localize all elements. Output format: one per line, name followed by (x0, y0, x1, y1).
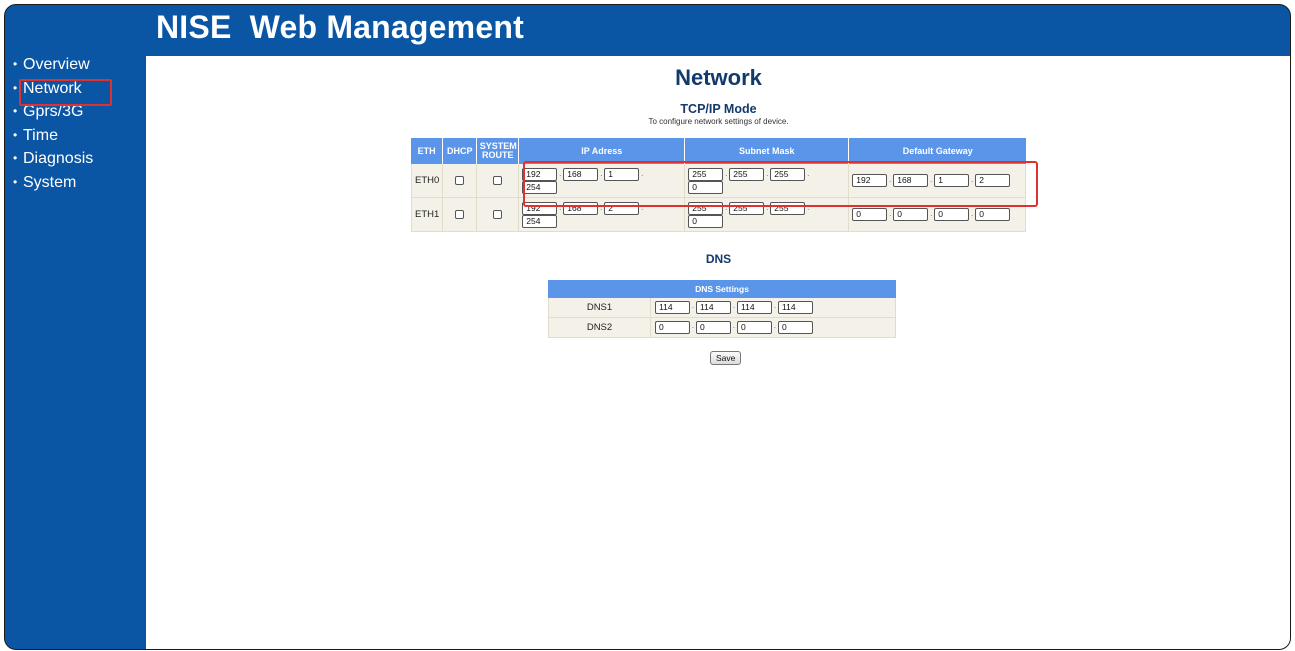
column-header-dhcp: DHCP (443, 138, 478, 164)
sidebar-item-label: Diagnosis (23, 150, 94, 168)
sidebar-item-network[interactable]: • Network (5, 77, 146, 101)
bullet-icon: • (13, 104, 18, 119)
dns2-octet-1[interactable]: 0 (655, 321, 690, 334)
eth1-ip-cell: 192. 168. 2. 254 (519, 198, 686, 232)
eth-table-header-row: ETH DHCP SYSTEM ROUTE IP Adress Subnet M… (411, 138, 1027, 164)
column-header-subnet-mask: Subnet Mask (685, 138, 850, 164)
sidebar-item-time[interactable]: • Time (5, 124, 146, 148)
eth1-system-route-checkbox[interactable] (493, 209, 503, 219)
section-title: TCP/IP Mode (680, 102, 757, 116)
eth0-gateway-octet-4[interactable]: 2 (975, 174, 1011, 187)
dns2-octet-2[interactable]: 0 (696, 321, 731, 334)
dns1-octet-1[interactable]: 114 (655, 301, 690, 314)
sidebar-item-label: System (23, 173, 77, 191)
sidebar-item-label: Gprs/3G (23, 103, 84, 121)
dns1-octet-3[interactable]: 114 (737, 301, 772, 314)
eth0-mask-octet-2[interactable]: 255 (729, 167, 765, 181)
eth0-ip-octet-2[interactable]: 168 (563, 167, 599, 181)
eth0-ip-octet-3[interactable]: 1 (604, 167, 640, 181)
eth1-row: ETH1 192. 168. 2. 254 255. 255. 255. 0 0.0.0… (411, 198, 1027, 232)
bullet-icon: • (13, 127, 18, 142)
dns-section-title: DNS (705, 252, 732, 266)
eth0-dhcp-checkbox[interactable] (455, 175, 465, 185)
eth0-label: ETH0 (411, 164, 444, 198)
bullet-icon: • (13, 57, 18, 71)
eth0-ip-cell: 192. 168. 1. 254 (519, 164, 686, 198)
eth1-gateway-octet-3[interactable]: 0 (934, 208, 970, 221)
sidebar-item-label: Overview (23, 56, 90, 73)
dns2-octet-4[interactable]: 0 (778, 321, 813, 334)
eth1-ip-octet-4[interactable]: 254 (522, 214, 558, 228)
eth0-route-cell (477, 164, 520, 198)
eth-table: ETH DHCP SYSTEM ROUTE IP Adress Subnet M… (411, 138, 1027, 232)
app-title: NISE Web Management (156, 9, 524, 45)
bullet-icon: • (13, 80, 18, 95)
eth1-mask-octet-3[interactable]: 255 (770, 201, 806, 215)
save-button[interactable]: Save (710, 351, 742, 365)
eth1-gateway-octet-4[interactable]: 0 (975, 208, 1011, 221)
eth1-dhcp-cell (443, 198, 478, 232)
eth0-dhcp-cell (443, 164, 478, 198)
eth1-route-cell (477, 198, 520, 232)
dns1-label: DNS1 (548, 298, 651, 318)
sidebar-item-gprs-3g[interactable]: • Gprs/3G (5, 100, 146, 124)
eth0-gateway-octet-1[interactable]: 192 (852, 174, 888, 187)
eth1-mask-cell: 255. 255. 255. 0 (685, 198, 850, 232)
sidebar-item-label: Time (23, 126, 58, 144)
sidebar-item-diagnosis[interactable]: • Diagnosis (5, 147, 146, 171)
dns2-label: DNS2 (548, 318, 651, 338)
dns-table-header: DNS Settings (548, 280, 896, 298)
sidebar-item-label: Network (23, 79, 82, 97)
dns2-row: DNS2 0.0.0.0 (548, 318, 896, 338)
column-header-system-route: SYSTEM ROUTE (477, 138, 520, 164)
dns1-octet-4[interactable]: 114 (778, 301, 813, 314)
eth1-ip-octet-2[interactable]: 168 (563, 201, 599, 215)
eth1-mask-octet-1[interactable]: 255 (688, 201, 724, 215)
dns1-inputs-cell: 114. 114. 114. 114 (651, 298, 896, 318)
column-header-eth: ETH (411, 138, 444, 164)
eth0-mask-cell: 255. 255. 255. 0 (685, 164, 850, 198)
eth1-gateway-octet-1[interactable]: 0 (852, 208, 888, 221)
dns2-inputs-cell: 0.0.0.0 (651, 318, 896, 338)
eth0-ip-octet-1[interactable]: 192 (522, 167, 558, 181)
sidebar-item-overview[interactable]: • Overview (5, 53, 146, 77)
column-header-default-gateway: Default Gateway (849, 138, 1027, 164)
eth0-row: ETH0 192. 168. 1. 254 255. 255. 255. 0 192. 1… (411, 164, 1027, 198)
bullet-icon: • (13, 151, 18, 166)
eth0-gateway-octet-2[interactable]: 168 (893, 174, 929, 187)
octet-separator: . (807, 168, 810, 178)
dns1-row: DNS1 114. 114. 114. 114 (548, 298, 896, 318)
octet-separator: . (641, 202, 644, 212)
sidebar-item-system[interactable]: • System (5, 171, 146, 195)
eth0-system-route-checkbox[interactable] (493, 175, 503, 185)
eth1-mask-octet-2[interactable]: 255 (729, 201, 765, 215)
eth1-gateway-octet-2[interactable]: 0 (893, 208, 929, 221)
octet-separator: . (641, 168, 644, 178)
eth0-mask-octet-4[interactable]: 0 (688, 180, 724, 194)
eth0-mask-octet-3[interactable]: 255 (770, 167, 806, 181)
eth0-mask-octet-1[interactable]: 255 (688, 167, 724, 181)
eth1-gateway-cell: 0.0.0.0 (849, 198, 1027, 232)
octet-separator: . (807, 202, 810, 212)
main-content: Network TCP/IP Mode To configure network… (146, 56, 1290, 649)
eth0-gateway-octet-3[interactable]: 1 (934, 174, 970, 187)
dns2-octet-3[interactable]: 0 (737, 321, 772, 334)
dns1-octet-2[interactable]: 114 (696, 301, 731, 314)
dns-table: DNS Settings DNS1 114. 114. 114. 114 DNS2 0… (548, 280, 896, 338)
system-route-header-text: SYSTEM ROUTE (479, 141, 517, 160)
eth1-mask-octet-4[interactable]: 0 (688, 214, 724, 228)
bullet-icon: • (13, 174, 18, 189)
eth1-ip-octet-1[interactable]: 192 (522, 201, 558, 215)
eth1-ip-octet-3[interactable]: 2 (604, 201, 640, 215)
eth0-gateway-cell: 192. 168. 1. 2 (849, 164, 1027, 198)
eth1-label: ETH1 (411, 198, 444, 232)
sidebar: • Overview • Network • Gprs/3G • Time • Diagn… (5, 53, 146, 649)
section-subtitle: To configure network settings of device. (648, 117, 789, 126)
column-header-ip-address: IP Adress (519, 138, 686, 164)
eth0-ip-octet-4[interactable]: 254 (522, 180, 558, 194)
eth1-dhcp-checkbox[interactable] (455, 209, 465, 219)
page-title: Network (675, 65, 762, 90)
app-frame: NISE Web Management • Overview • Network •… (4, 4, 1291, 650)
